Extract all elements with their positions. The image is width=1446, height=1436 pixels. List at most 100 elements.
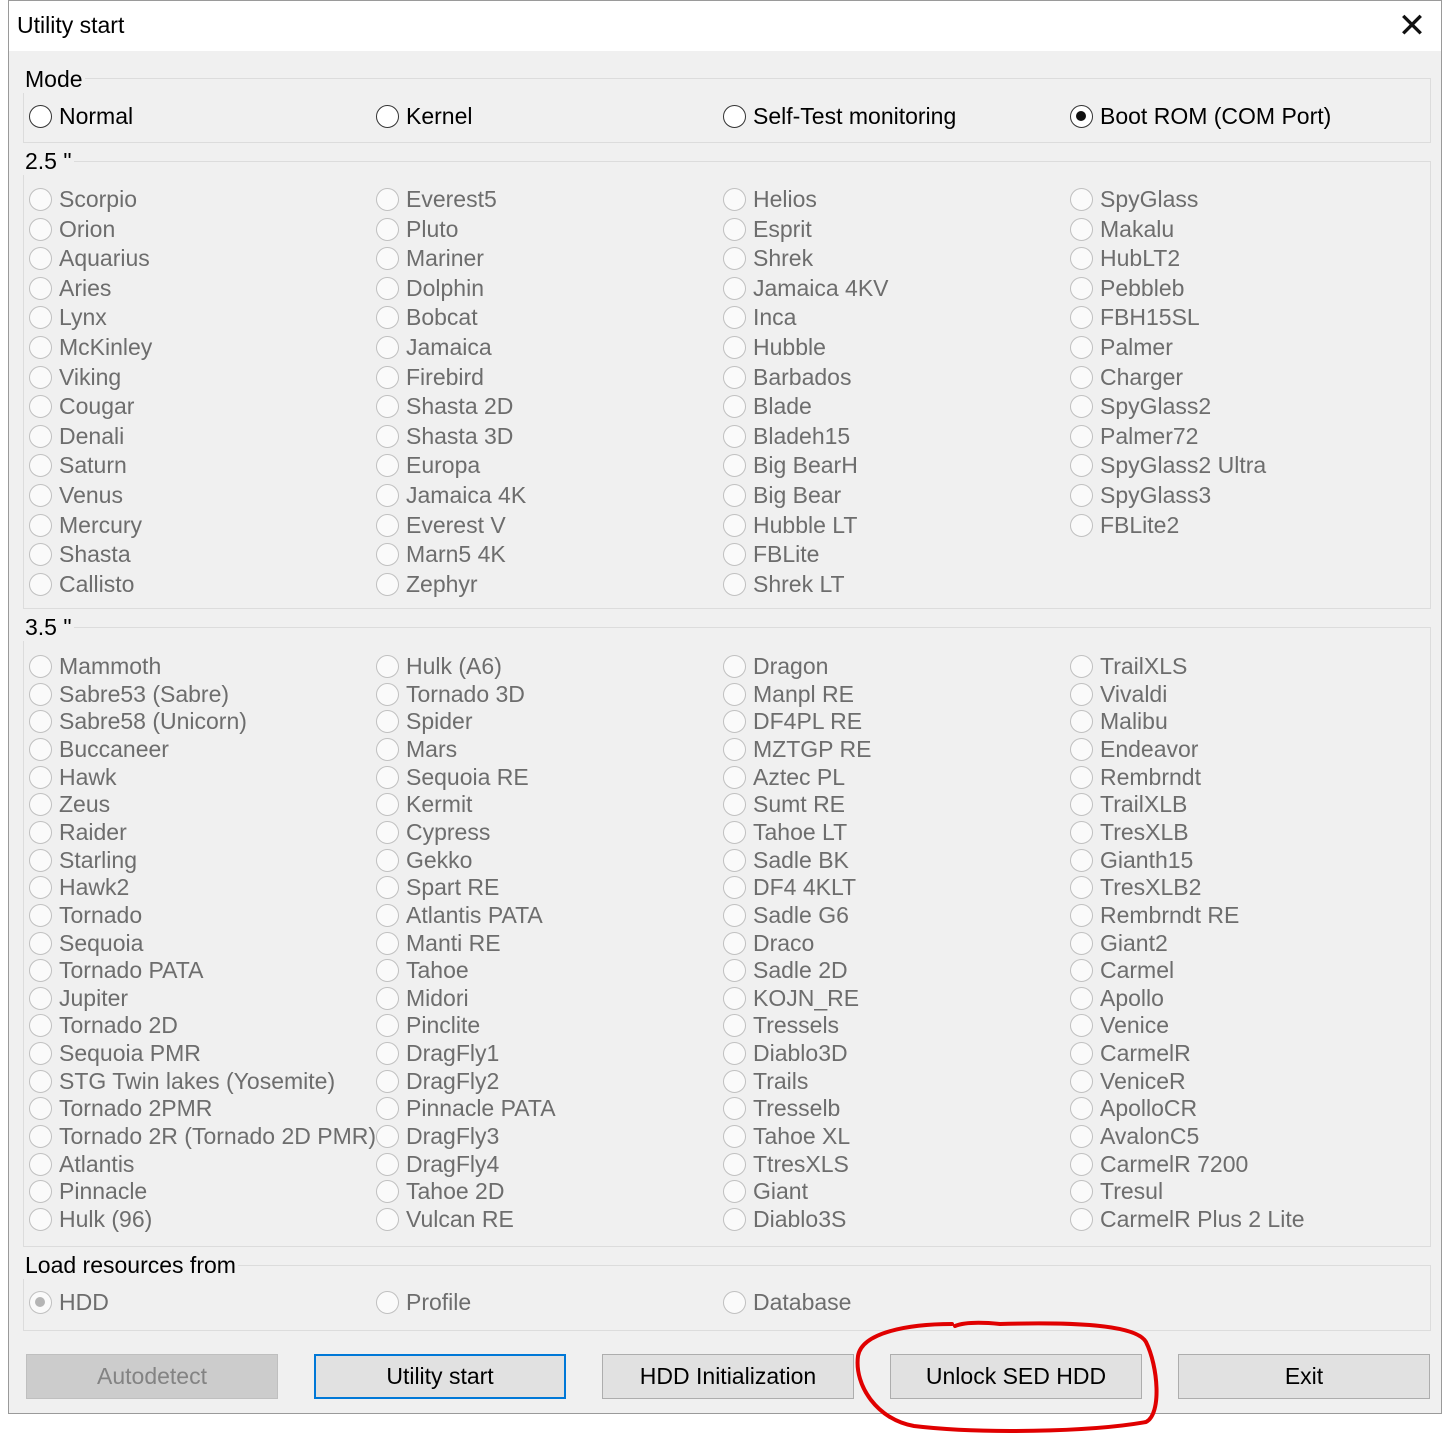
model-3-5-radio-midori[interactable]: Midori [376,985,469,1012]
model-2-5-radio-venus[interactable]: Venus [29,482,123,509]
model-3-5-radio-tornado-2pmr[interactable]: Tornado 2PMR [29,1095,212,1122]
autodetect-button[interactable]: Autodetect [26,1354,278,1399]
model-3-5-radio-tornado-3d[interactable]: Tornado 3D [376,681,525,708]
model-3-5-radio-malibu[interactable]: Malibu [1070,708,1168,735]
model-2-5-radio-jamaica-4k[interactable]: Jamaica 4K [376,482,526,509]
model-3-5-radio-sabre53-sabre[interactable]: Sabre53 (Sabre) [29,681,229,708]
model-2-5-radio-palmer72[interactable]: Palmer72 [1070,423,1198,450]
model-2-5-radio-aries[interactable]: Aries [29,275,111,302]
model-2-5-radio-mckinley[interactable]: McKinley [29,334,152,361]
model-3-5-radio-aztec-pl[interactable]: Aztec PL [723,764,845,791]
model-3-5-radio-mammoth[interactable]: Mammoth [29,653,161,680]
model-2-5-radio-saturn[interactable]: Saturn [29,452,127,479]
model-3-5-radio-stg-twin-lakes-yosemite[interactable]: STG Twin lakes (Yosemite) [29,1068,335,1095]
model-2-5-radio-fblite2[interactable]: FBLite2 [1070,512,1179,539]
model-2-5-radio-scorpio[interactable]: Scorpio [29,186,137,213]
close-icon[interactable]: ✕ [1383,1,1441,51]
model-2-5-radio-big-bear[interactable]: Big Bear [723,482,841,509]
model-3-5-radio-draco[interactable]: Draco [723,930,814,957]
model-2-5-radio-blade[interactable]: Blade [723,393,812,420]
model-3-5-radio-giant2[interactable]: Giant2 [1070,930,1168,957]
model-3-5-radio-manpl-re[interactable]: Manpl RE [723,681,854,708]
model-2-5-radio-pluto[interactable]: Pluto [376,216,458,243]
model-2-5-radio-denali[interactable]: Denali [29,423,124,450]
model-2-5-radio-spyglass3[interactable]: SpyGlass3 [1070,482,1211,509]
model-3-5-radio-mars[interactable]: Mars [376,736,457,763]
model-3-5-radio-hawk[interactable]: Hawk [29,764,117,791]
hdd-initialization-button[interactable]: HDD Initialization [602,1354,854,1399]
model-3-5-radio-endeavor[interactable]: Endeavor [1070,736,1198,763]
model-3-5-radio-trailxlb[interactable]: TrailXLB [1070,791,1187,818]
model-3-5-radio-cypress[interactable]: Cypress [376,819,490,846]
model-3-5-radio-giant[interactable]: Giant [723,1178,808,1205]
resources-radio-hdd[interactable]: HDD [29,1289,109,1316]
model-3-5-radio-trailxls[interactable]: TrailXLS [1070,653,1187,680]
model-3-5-radio-carmelr-plus-2-lite[interactable]: CarmelR Plus 2 Lite [1070,1206,1305,1233]
model-3-5-radio-rembrndt[interactable]: Rembrndt [1070,764,1201,791]
mode-radio-normal[interactable]: Normal [29,103,133,130]
model-3-5-radio-vivaldi[interactable]: Vivaldi [1070,681,1167,708]
model-3-5-radio-jupiter[interactable]: Jupiter [29,985,128,1012]
model-2-5-radio-everest5[interactable]: Everest5 [376,186,497,213]
model-3-5-radio-rembrndt-re[interactable]: Rembrndt RE [1070,902,1239,929]
model-2-5-radio-spyglass[interactable]: SpyGlass [1070,186,1198,213]
model-3-5-radio-trails[interactable]: Trails [723,1068,808,1095]
model-2-5-radio-shasta-2d[interactable]: Shasta 2D [376,393,513,420]
resources-radio-profile[interactable]: Profile [376,1289,471,1316]
model-2-5-radio-inca[interactable]: Inca [723,304,796,331]
model-3-5-radio-dragfly4[interactable]: DragFly4 [376,1151,499,1178]
model-2-5-radio-europa[interactable]: Europa [376,452,480,479]
model-3-5-radio-tahoe-lt[interactable]: Tahoe LT [723,819,847,846]
model-3-5-radio-carmelr-7200[interactable]: CarmelR 7200 [1070,1151,1248,1178]
model-2-5-radio-cougar[interactable]: Cougar [29,393,134,420]
model-2-5-radio-hublt2[interactable]: HubLT2 [1070,245,1180,272]
model-2-5-radio-everest-v[interactable]: Everest V [376,512,506,539]
model-2-5-radio-orion[interactable]: Orion [29,216,115,243]
model-3-5-radio-avalonc5[interactable]: AvalonC5 [1070,1123,1199,1150]
model-2-5-radio-spyglass2[interactable]: SpyGlass2 [1070,393,1211,420]
model-3-5-radio-starling[interactable]: Starling [29,847,137,874]
model-2-5-radio-shasta-3d[interactable]: Shasta 3D [376,423,513,450]
model-3-5-radio-dragfly3[interactable]: DragFly3 [376,1123,499,1150]
mode-radio-boot-rom-com-port[interactable]: Boot ROM (COM Port) [1070,103,1331,130]
model-3-5-radio-apollo[interactable]: Apollo [1070,985,1164,1012]
model-3-5-radio-diablo3s[interactable]: Diablo3S [723,1206,846,1233]
model-3-5-radio-apollocr[interactable]: ApolloCR [1070,1095,1197,1122]
model-2-5-radio-mariner[interactable]: Mariner [376,245,484,272]
model-3-5-radio-gekko[interactable]: Gekko [376,847,472,874]
model-2-5-radio-callisto[interactable]: Callisto [29,571,134,598]
model-3-5-radio-tresxlb[interactable]: TresXLB [1070,819,1189,846]
model-3-5-radio-sadle-g6[interactable]: Sadle G6 [723,902,849,929]
model-3-5-radio-tressels[interactable]: Tressels [723,1012,839,1039]
model-3-5-radio-tahoe[interactable]: Tahoe [376,957,469,984]
model-3-5-radio-sumt-re[interactable]: Sumt RE [723,791,845,818]
model-3-5-radio-pinnacle-pata[interactable]: Pinnacle PATA [376,1095,556,1122]
model-2-5-radio-zephyr[interactable]: Zephyr [376,571,478,598]
model-3-5-radio-zeus[interactable]: Zeus [29,791,110,818]
model-3-5-radio-gianth15[interactable]: Gianth15 [1070,847,1193,874]
model-3-5-radio-tornado-2d[interactable]: Tornado 2D [29,1012,178,1039]
model-2-5-radio-dolphin[interactable]: Dolphin [376,275,484,302]
model-3-5-radio-spider[interactable]: Spider [376,708,472,735]
model-2-5-radio-fblite[interactable]: FBLite [723,541,819,568]
model-3-5-radio-sequoia-re[interactable]: Sequoia RE [376,764,529,791]
model-3-5-radio-sadle-bk[interactable]: Sadle BK [723,847,849,874]
model-2-5-radio-barbados[interactable]: Barbados [723,364,851,391]
model-3-5-radio-tahoe-2d[interactable]: Tahoe 2D [376,1178,504,1205]
model-3-5-radio-sadle-2d[interactable]: Sadle 2D [723,957,848,984]
model-2-5-radio-pebbleb[interactable]: Pebbleb [1070,275,1184,302]
model-3-5-radio-ttresxls[interactable]: TtresXLS [723,1151,849,1178]
model-3-5-radio-sequoia-pmr[interactable]: Sequoia PMR [29,1040,201,1067]
model-2-5-radio-makalu[interactable]: Makalu [1070,216,1174,243]
model-2-5-radio-helios[interactable]: Helios [723,186,817,213]
model-3-5-radio-tahoe-xl[interactable]: Tahoe XL [723,1123,850,1150]
model-2-5-radio-hubble[interactable]: Hubble [723,334,826,361]
model-3-5-radio-atlantis-pata[interactable]: Atlantis PATA [376,902,543,929]
model-3-5-radio-dragon[interactable]: Dragon [723,653,828,680]
model-2-5-radio-charger[interactable]: Charger [1070,364,1183,391]
model-3-5-radio-mztgp-re[interactable]: MZTGP RE [723,736,871,763]
model-3-5-radio-sabre58-unicorn[interactable]: Sabre58 (Unicorn) [29,708,247,735]
model-3-5-radio-atlantis[interactable]: Atlantis [29,1151,134,1178]
model-3-5-radio-sequoia[interactable]: Sequoia [29,930,143,957]
model-3-5-radio-venice[interactable]: Venice [1070,1012,1169,1039]
